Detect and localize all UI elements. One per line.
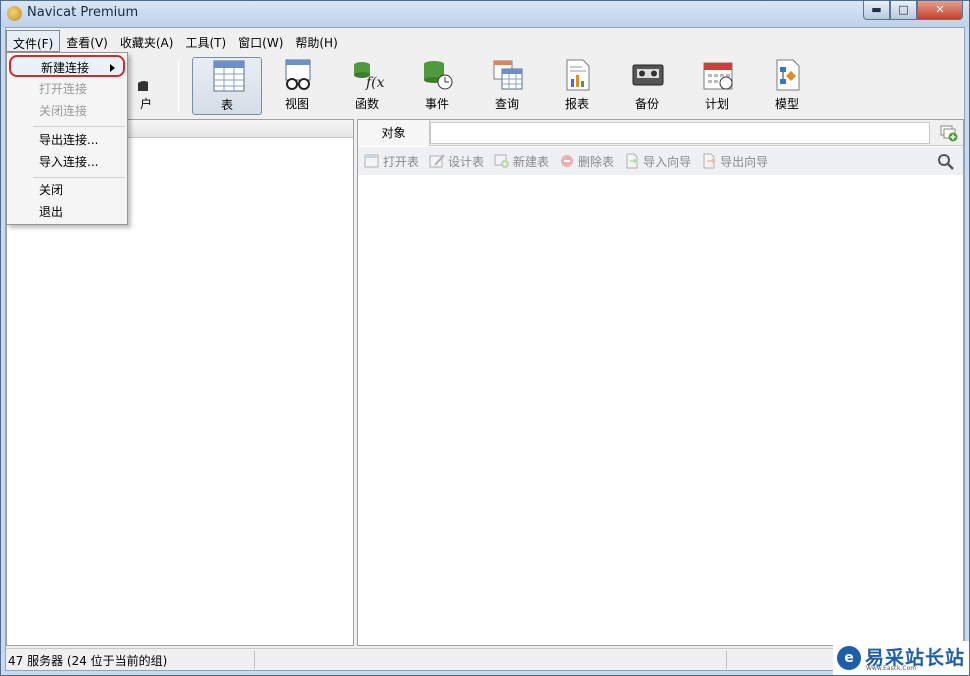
menu-item-export-connections[interactable]: 导出连接...	[9, 129, 125, 151]
menu-help[interactable]: 帮助(H)	[289, 30, 343, 52]
menu-bar: 文件(F) 查看(V) 收藏夹(A) 工具(T) 窗口(W) 帮助(H)	[6, 30, 344, 54]
toolbar-label: 表	[220, 98, 233, 112]
toolbar-label: 函数	[354, 97, 379, 111]
menu-separator	[33, 177, 125, 178]
new-table-icon	[494, 153, 510, 169]
status-bar: 47 服务器 (24 位于当前的组)	[6, 648, 964, 670]
menu-item-import-connections[interactable]: 导入连接...	[9, 151, 125, 173]
maximize-button[interactable]: □	[890, 1, 917, 20]
open-table-label: 打开表	[383, 154, 420, 169]
table-icon	[213, 60, 245, 92]
toolbar-event-button[interactable]: 事件	[402, 57, 472, 115]
delete-table-button[interactable]: 删除表	[559, 153, 614, 170]
report-icon	[562, 59, 594, 91]
menu-item-close[interactable]: 关闭	[9, 179, 125, 201]
tab-objects[interactable]: 对象	[358, 120, 430, 146]
status-divider	[254, 651, 255, 669]
schedule-icon	[702, 59, 734, 91]
app-window: Navicat Premium ▬ □ ✕ 文件(F) 查看(V) 收藏夹(A)…	[0, 0, 970, 676]
toolbar-label: 计划	[704, 97, 729, 111]
window-title: Navicat Premium	[27, 5, 139, 20]
design-table-label: 设计表	[448, 154, 485, 169]
menu-window[interactable]: 窗口(W)	[232, 30, 289, 52]
menu-item-exit[interactable]: 退出	[9, 201, 125, 223]
import-wizard-label: 导入向导	[643, 154, 692, 169]
menu-favorites[interactable]: 收藏夹(A)	[114, 30, 180, 52]
model-icon	[772, 59, 804, 91]
toolbar-schedule-button[interactable]: 计划	[682, 57, 752, 115]
main-toolbar: 户 表 视图 f(x) 函数	[6, 54, 964, 118]
view-icon	[282, 59, 314, 91]
tab-strip-area	[430, 122, 930, 144]
close-button[interactable]: ✕	[917, 1, 963, 20]
toolbar-view-button[interactable]: 视图	[262, 57, 332, 115]
toolbar-label: 模型	[774, 97, 799, 111]
client-area: 文件(F) 查看(V) 收藏夹(A) 工具(T) 窗口(W) 帮助(H) 户 表	[5, 27, 965, 671]
minimize-button[interactable]: ▬	[863, 1, 890, 20]
function-icon: f(x)	[352, 59, 390, 91]
menu-separator	[33, 126, 125, 127]
new-table-label: 新建表	[513, 154, 550, 169]
open-table-button[interactable]: 打开表	[364, 153, 419, 170]
backup-icon	[632, 59, 664, 91]
status-server-count: 47 服务器 (24 位于当前的组)	[8, 654, 168, 668]
menu-item-open-connection[interactable]: 打开连接	[9, 78, 125, 100]
object-pane: 对象 打开表 设计表 新建表 删除表 导入向导 导出向导	[357, 119, 964, 646]
title-bar[interactable]: Navicat Premium ▬ □ ✕	[1, 1, 969, 27]
export-wizard-icon	[701, 153, 717, 169]
delete-table-label: 删除表	[578, 154, 615, 169]
menu-file[interactable]: 文件(F)	[6, 30, 61, 52]
toolbar-separator	[178, 60, 179, 112]
delete-table-icon	[559, 153, 575, 169]
toolbar-report-button[interactable]: 报表	[542, 57, 612, 115]
window-controls: ▬ □ ✕	[863, 1, 963, 21]
toolbar-label: 事件	[424, 97, 449, 111]
new-tab-icon[interactable]	[939, 123, 959, 143]
toolbar-query-button[interactable]: 查询	[472, 57, 542, 115]
menu-view[interactable]: 查看(V)	[60, 30, 114, 52]
status-divider	[726, 651, 727, 669]
toolbar-label: 备份	[634, 97, 659, 111]
menu-item-close-connection[interactable]: 关闭连接	[9, 100, 125, 122]
object-toolbar: 打开表 设计表 新建表 删除表 导入向导 导出向导	[358, 147, 963, 175]
export-wizard-label: 导出向导	[720, 154, 769, 169]
toolbar-function-button[interactable]: f(x) 函数	[332, 57, 402, 115]
search-icon[interactable]	[937, 153, 955, 171]
site-watermark: e 易采站长站 Www.Easck.Com	[833, 641, 969, 675]
open-table-icon	[364, 153, 380, 169]
submenu-arrow-icon	[110, 64, 115, 72]
toolbar-label: 户	[139, 97, 152, 111]
import-wizard-button[interactable]: 导入向导	[624, 153, 691, 170]
new-connection-label: 新建连接	[41, 61, 90, 75]
export-wizard-button[interactable]: 导出向导	[701, 153, 768, 170]
object-tab-bar: 对象	[358, 120, 963, 146]
svg-text:f(x): f(x)	[365, 75, 384, 91]
navicat-app-icon	[7, 6, 22, 21]
new-table-button[interactable]: 新建表	[494, 153, 549, 170]
query-icon	[492, 59, 524, 91]
design-table-icon	[429, 153, 445, 169]
toolbar-label: 报表	[564, 97, 589, 111]
design-table-button[interactable]: 设计表	[429, 153, 484, 170]
watermark-logo-icon: e	[837, 646, 861, 670]
menu-tools[interactable]: 工具(T)	[179, 30, 232, 52]
toolbar-table-button[interactable]: 表	[192, 57, 262, 115]
watermark-subtext: Www.Easck.Com	[866, 665, 917, 672]
file-menu-dropdown: 新建连接 打开连接 关闭连接 导出连接... 导入连接... 关闭 退出	[6, 52, 128, 225]
toolbar-label: 查询	[494, 97, 519, 111]
menu-item-new-connection[interactable]: 新建连接	[9, 55, 125, 77]
toolbar-model-button[interactable]: 模型	[752, 57, 822, 115]
toolbar-label: 视图	[284, 97, 309, 111]
event-icon	[422, 59, 454, 91]
import-wizard-icon	[624, 153, 640, 169]
toolbar-backup-button[interactable]: 备份	[612, 57, 682, 115]
